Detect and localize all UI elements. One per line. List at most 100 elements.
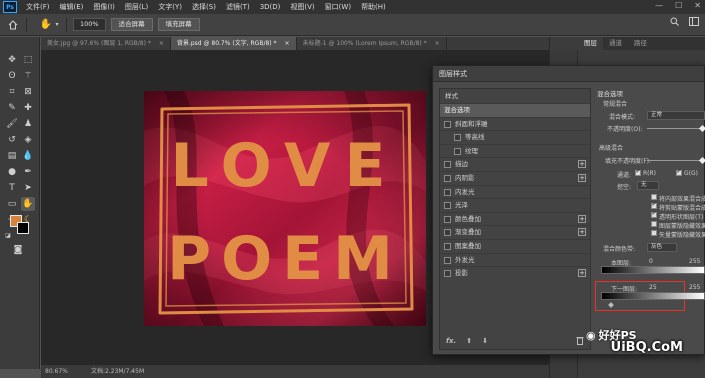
- home-icon[interactable]: [6, 18, 20, 32]
- tab-paths[interactable]: 路径: [628, 37, 653, 50]
- artboard-tool-icon[interactable]: ⬚: [21, 53, 35, 67]
- menu-edit[interactable]: 编辑(E): [55, 2, 89, 12]
- advanced-option-checkbox[interactable]: [651, 221, 657, 227]
- healing-brush-tool-icon[interactable]: ✚: [21, 101, 35, 115]
- search-icon[interactable]: [670, 17, 679, 29]
- advanced-option-checkbox[interactable]: [651, 230, 657, 236]
- quick-mask-icon[interactable]: ◙: [11, 243, 25, 257]
- default-colors-icon[interactable]: ◪: [4, 231, 12, 239]
- gradient-tool-icon[interactable]: ▤: [5, 149, 19, 163]
- add-effect-icon[interactable]: +: [578, 214, 586, 223]
- channel-g-checkbox[interactable]: [676, 168, 682, 176]
- style-item[interactable]: 内发光: [440, 184, 590, 199]
- minimize-button[interactable]: —: [655, 1, 663, 10]
- chevron-right-icon[interactable]: ›: [131, 365, 133, 378]
- rectangle-tool-icon[interactable]: ▭: [5, 197, 19, 211]
- style-item-checkbox[interactable]: [444, 256, 451, 264]
- opacity-slider[interactable]: [647, 128, 705, 129]
- style-item[interactable]: 外发光: [440, 252, 590, 267]
- tab-close-icon[interactable]: ×: [285, 37, 290, 50]
- style-item-checkbox[interactable]: [444, 270, 451, 278]
- knockout-select[interactable]: 无: [637, 181, 659, 190]
- move-down-icon[interactable]: ⬇: [482, 337, 488, 345]
- add-effect-icon[interactable]: +: [578, 173, 586, 182]
- crop-tool-icon[interactable]: ⌗: [5, 85, 19, 99]
- style-item[interactable]: 纹理: [440, 143, 590, 158]
- eraser-tool-icon[interactable]: ◈: [21, 133, 35, 147]
- type-tool-icon[interactable]: T: [5, 181, 19, 195]
- advanced-option-checkbox[interactable]: [651, 201, 657, 209]
- add-effect-icon[interactable]: +: [578, 269, 586, 278]
- fill-opacity-slider-thumb[interactable]: [698, 156, 705, 165]
- maximize-button[interactable]: ☐: [675, 1, 682, 10]
- menu-select[interactable]: 选择(S): [187, 2, 221, 12]
- style-item[interactable]: 颜色叠加 +: [440, 211, 590, 226]
- style-item-checkbox[interactable]: [444, 242, 451, 250]
- dodge-tool-icon[interactable]: ●: [5, 165, 19, 179]
- fx-icon[interactable]: fx.: [446, 337, 456, 345]
- background-color-swatch[interactable]: [17, 222, 29, 234]
- chevron-down-icon[interactable]: ▾: [54, 18, 60, 32]
- frame-tool-icon[interactable]: ⊠: [21, 85, 35, 99]
- history-brush-tool-icon[interactable]: ↺: [5, 133, 19, 147]
- add-effect-icon[interactable]: +: [578, 228, 586, 237]
- document-canvas[interactable]: LOVE POEM: [144, 91, 426, 326]
- fill-opacity-slider[interactable]: [647, 160, 705, 161]
- fill-screen-button[interactable]: 填充屏幕: [157, 18, 200, 31]
- stamp-tool-icon[interactable]: ♟: [21, 117, 35, 131]
- menu-filter[interactable]: 滤镜(T): [221, 2, 255, 12]
- channel-r-checkbox[interactable]: [635, 168, 641, 176]
- blend-mode-select[interactable]: 正常: [647, 111, 705, 120]
- workspace-icon[interactable]: [689, 17, 699, 29]
- move-up-icon[interactable]: ⬆: [466, 337, 472, 345]
- lasso-tool-icon[interactable]: ʘ: [5, 69, 19, 83]
- style-item[interactable]: 混合选项: [440, 103, 590, 117]
- magic-wand-tool-icon[interactable]: ⚚: [21, 69, 35, 83]
- trash-icon[interactable]: [576, 336, 584, 347]
- tab-layers[interactable]: 图层: [578, 37, 603, 50]
- style-item-checkbox[interactable]: [454, 147, 461, 155]
- tab-close-icon[interactable]: ×: [435, 37, 440, 50]
- advanced-option-checkbox[interactable]: [651, 210, 657, 218]
- zoom-readout[interactable]: 80.67%: [45, 365, 68, 378]
- this-layer-gradient[interactable]: [601, 266, 705, 274]
- blend-if-select[interactable]: 灰色: [647, 243, 677, 252]
- add-effect-icon[interactable]: +: [578, 160, 586, 169]
- tab-untitled[interactable]: 未标题-1 @ 100% (Lorem Ipsum, RGB/8) * ×: [297, 37, 447, 50]
- menu-layer[interactable]: 图层(L): [120, 2, 153, 12]
- advanced-option-checkbox[interactable]: [651, 194, 657, 200]
- style-item-checkbox[interactable]: [444, 215, 451, 223]
- menu-3d[interactable]: 3D(D): [255, 3, 286, 11]
- style-item-checkbox[interactable]: [444, 120, 451, 128]
- menu-file[interactable]: 文件(F): [21, 2, 55, 12]
- eyedropper-tool-icon[interactable]: ✎: [5, 101, 19, 115]
- style-item[interactable]: 斜面和浮雕: [440, 116, 590, 131]
- tab-channels[interactable]: 通道: [603, 37, 628, 50]
- pen-tool-icon[interactable]: ✒: [21, 165, 35, 179]
- style-item[interactable]: 图案叠加: [440, 238, 590, 253]
- blur-tool-icon[interactable]: 💧: [21, 149, 35, 163]
- style-item-checkbox[interactable]: [444, 188, 451, 196]
- style-item-checkbox[interactable]: [444, 202, 451, 210]
- tab-close-icon[interactable]: ×: [159, 37, 164, 50]
- style-item[interactable]: 光泽: [440, 198, 590, 212]
- hand-tool-icon[interactable]: ✋: [21, 197, 35, 211]
- fit-screen-button[interactable]: 适合屏幕: [110, 18, 153, 31]
- menu-view[interactable]: 视图(V): [285, 2, 319, 12]
- style-item[interactable]: 内阴影 +: [440, 170, 590, 185]
- menu-window[interactable]: 窗口(W): [320, 2, 356, 12]
- brush-tool-icon[interactable]: 🖌: [5, 117, 19, 131]
- move-tool-icon[interactable]: ✥: [5, 53, 19, 67]
- style-item[interactable]: 渐变叠加 +: [440, 225, 590, 239]
- close-window-button[interactable]: ✕: [694, 1, 701, 10]
- menu-type[interactable]: 文字(Y): [153, 2, 187, 12]
- style-item-checkbox[interactable]: [444, 161, 451, 169]
- menu-help[interactable]: 帮助(H): [356, 2, 391, 12]
- style-item[interactable]: 等高线: [440, 130, 590, 144]
- style-item-checkbox[interactable]: [454, 134, 461, 142]
- tab-beijing[interactable]: 背景.psd @ 80.7% (文字, RGB/8) * ×: [170, 37, 297, 50]
- tab-meinv[interactable]: 美女.jpg @ 97.6% (图层 1, RGB/8) * ×: [41, 37, 171, 50]
- hand-tool-icon[interactable]: ✋: [39, 18, 53, 32]
- opacity-slider-thumb[interactable]: [698, 124, 705, 133]
- zoom-field[interactable]: 100%: [73, 18, 106, 31]
